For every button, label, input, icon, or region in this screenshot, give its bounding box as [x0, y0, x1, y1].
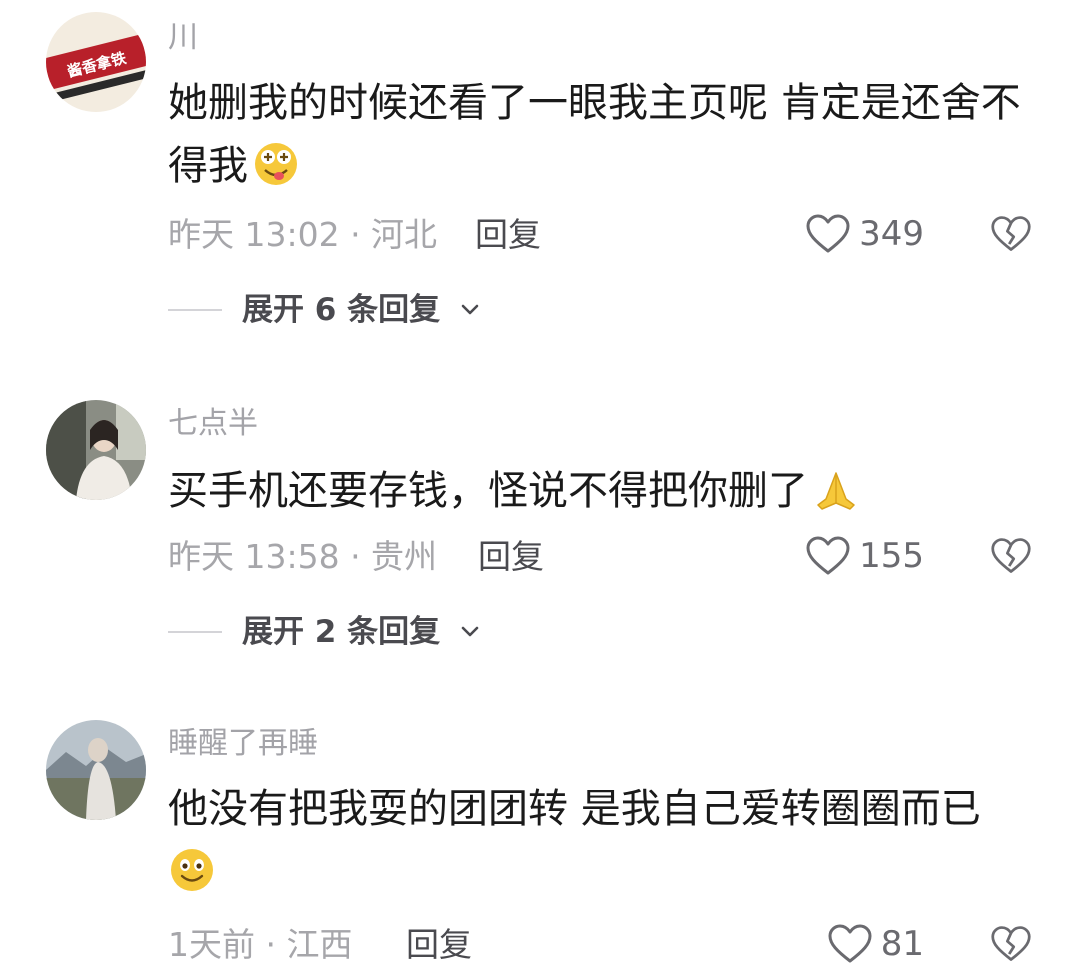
reply-button[interactable]: 回复	[406, 925, 472, 965]
expand-replies-label: 展开 2 条回复	[242, 614, 441, 650]
comment-text: 她删我的时候还看了一眼我主页呢 肯定是还舍不 得我	[168, 72, 1048, 198]
comment-meta: 昨天 13:02 · 河北	[168, 215, 438, 254]
comment-meta: 昨天 13:58 · 贵州	[168, 537, 438, 576]
comment-text-line: 买手机还要存钱，怪说不得把你删了	[168, 468, 808, 514]
avatar[interactable]: 酱香拿铁	[46, 12, 146, 112]
like-count: 349	[859, 214, 924, 254]
like-count: 155	[859, 536, 924, 576]
comment-text: 他没有把我耍的团团转 是我自己爱转圈圈而已	[168, 778, 1048, 904]
smiling-face-emoji	[171, 849, 213, 891]
expand-replies-label: 展开 6 条回复	[242, 292, 441, 328]
like-button[interactable]: 349	[805, 213, 924, 255]
broken-heart-icon[interactable]	[990, 213, 1032, 255]
comment-meta: 1天前 · 江西	[168, 925, 353, 964]
reply-button[interactable]: 回复	[475, 215, 541, 255]
divider	[168, 309, 222, 311]
reply-button[interactable]: 回复	[478, 537, 544, 577]
username[interactable]: 七点半	[168, 406, 258, 442]
avatar[interactable]	[46, 400, 146, 500]
expand-replies-button[interactable]: 展开 6 条回复	[168, 290, 480, 330]
heart-icon	[806, 214, 850, 253]
heart-icon	[828, 924, 872, 963]
divider	[168, 631, 222, 633]
like-count: 81	[880, 924, 924, 964]
broken-heart-icon[interactable]	[990, 923, 1032, 965]
avatar-image	[46, 400, 146, 500]
avatar[interactable]	[46, 720, 146, 820]
praying-hands-emoji	[817, 472, 855, 510]
drooling-face-emoji	[255, 143, 297, 185]
username[interactable]: 睡醒了再睡	[168, 726, 318, 762]
comment-text-line: 得我	[168, 143, 248, 189]
avatar-image	[46, 720, 146, 820]
chevron-down-icon	[461, 626, 479, 637]
avatar-image: 酱香拿铁	[46, 12, 146, 112]
broken-heart-icon[interactable]	[990, 535, 1032, 577]
comment-text: 买手机还要存钱，怪说不得把你删了	[168, 460, 1048, 523]
comment-text-line: 她删我的时候还看了一眼我主页呢 肯定是还舍不	[168, 80, 1021, 126]
comment-text-line: 他没有把我耍的团团转 是我自己爱转圈圈而已	[168, 786, 981, 832]
username[interactable]: 川	[168, 20, 198, 56]
heart-icon	[806, 536, 850, 575]
like-button[interactable]: 155	[805, 535, 924, 577]
chevron-down-icon	[461, 304, 479, 315]
like-button[interactable]: 81	[827, 923, 924, 965]
expand-replies-button[interactable]: 展开 2 条回复	[168, 612, 480, 652]
